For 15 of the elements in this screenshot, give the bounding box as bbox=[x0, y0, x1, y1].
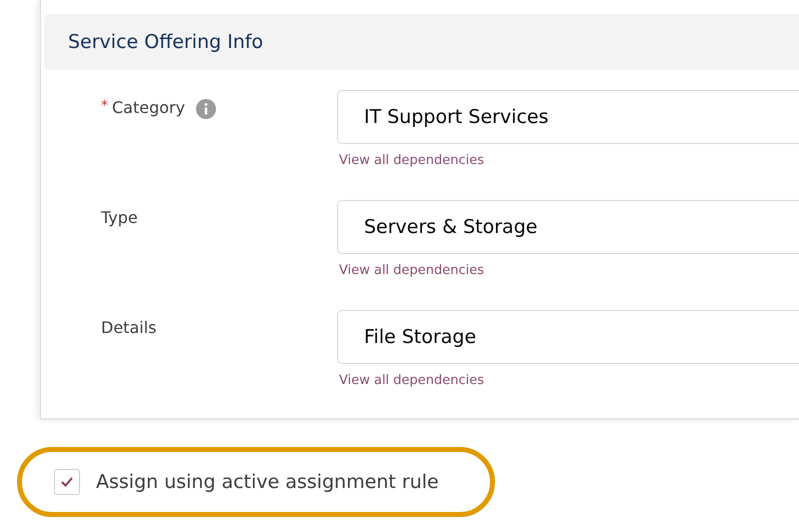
field-label: Type bbox=[101, 208, 138, 227]
dependencies-link[interactable]: View all dependencies bbox=[337, 153, 799, 168]
required-mark: * bbox=[101, 98, 108, 114]
section-title: Service Offering Info bbox=[68, 31, 264, 53]
checkbox-label: Assign using active assignment rule bbox=[96, 471, 439, 493]
select-field[interactable]: File Storage bbox=[337, 310, 799, 364]
info-icon[interactable] bbox=[195, 98, 218, 120]
field-label: Details bbox=[101, 318, 156, 337]
checkbox[interactable] bbox=[54, 469, 80, 495]
dependencies-link[interactable]: View all dependencies bbox=[337, 373, 799, 388]
select-field[interactable]: Servers & Storage bbox=[337, 200, 799, 254]
checkmark-icon bbox=[60, 476, 74, 488]
dependencies-link[interactable]: View all dependencies bbox=[337, 263, 799, 278]
select-field[interactable]: IT Support Services bbox=[337, 90, 799, 144]
field-label: Category bbox=[112, 98, 186, 117]
